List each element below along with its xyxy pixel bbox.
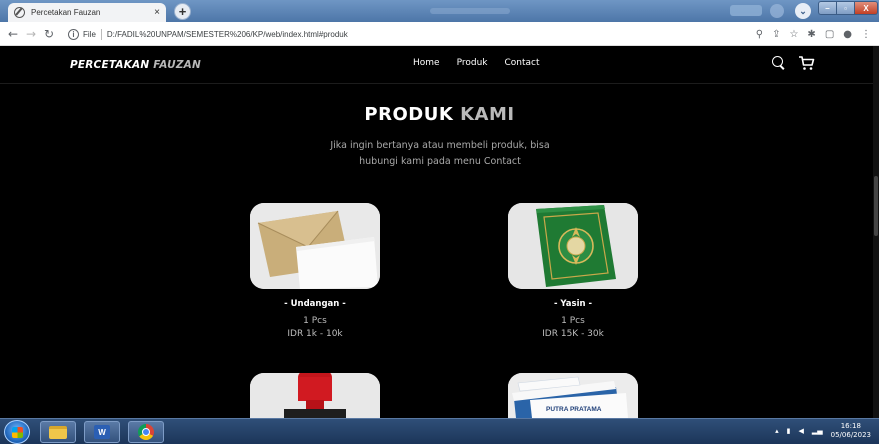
title-bar-placeholder	[430, 8, 510, 14]
nav-home-link[interactable]: Home	[413, 58, 440, 68]
search-icon[interactable]	[772, 56, 786, 70]
nav-icons	[772, 56, 815, 71]
window-controls: – ▫ X	[818, 1, 878, 15]
nav-contact-link[interactable]: Contact	[505, 58, 540, 68]
product-card[interactable]: - Undangan - 1 Pcs IDR 1k - 10k	[215, 203, 415, 339]
product-card[interactable]: - Yasin - 1 Pcs IDR 15K - 30k	[473, 203, 673, 339]
section-title-accent: KAMI	[460, 104, 515, 125]
tray-arrow-icon[interactable]: ▴	[775, 427, 779, 435]
product-price: IDR 15K - 30k	[542, 329, 604, 339]
share-icon[interactable]: ⇪	[772, 29, 780, 40]
chrome-icon	[138, 424, 154, 440]
minimize-button[interactable]: –	[818, 1, 836, 15]
business-card-text: PUTRA PRATAMA	[546, 406, 602, 413]
extension-indicator[interactable]	[770, 4, 784, 18]
signal-icon[interactable]: ▂▄	[812, 427, 823, 435]
browser-tab[interactable]: Percetakan Fauzan ×	[8, 3, 166, 22]
tab-search-chevron-icon[interactable]: ⌄	[795, 3, 811, 19]
product-qty: 1 Pcs	[303, 316, 327, 326]
taskbar-chrome[interactable]	[128, 421, 164, 443]
scrollbar-thumb[interactable]	[874, 176, 878, 236]
tab-close-button[interactable]: ×	[154, 7, 160, 18]
product-price: IDR 1k - 10k	[287, 329, 343, 339]
clock-date: 05/06/2023	[830, 431, 871, 439]
tab-title: Percetakan Fauzan	[31, 8, 101, 17]
info-icon[interactable]: i	[68, 28, 79, 40]
brand-accent: FAUZAN	[153, 59, 201, 71]
clock-time: 16:18	[840, 422, 861, 430]
section-subtitle: Jika ingin bertanya atau membeli produk,…	[290, 138, 590, 170]
url-scheme: File	[83, 29, 96, 39]
nav-produk-link[interactable]: Produk	[457, 58, 488, 68]
start-button[interactable]	[4, 420, 30, 444]
subtitle-line-1: Jika ingin bertanya atau membeli produk,…	[330, 140, 550, 151]
business-card-image: PUTRA PRATAMA	[508, 373, 638, 418]
browser-titlebar: Percetakan Fauzan × + ⌄ – ▫ X	[0, 0, 879, 22]
word-icon: W	[94, 425, 110, 439]
sidebar-icon[interactable]: ▢	[825, 29, 834, 40]
bookmark-star-icon[interactable]: ☆	[789, 29, 798, 40]
taskbar-explorer[interactable]	[40, 421, 76, 443]
browser-toolbar: ← → ↻ i File D:/FADIL%20UNPAM/SEMESTER%2…	[0, 22, 879, 46]
product-card[interactable]: PUTRA PRATAMA	[473, 373, 673, 418]
extensions-puzzle-icon[interactable]: ✱	[807, 29, 815, 40]
reload-icon[interactable]: ↻	[40, 27, 58, 41]
toolbar-actions: ⚲ ⇪ ☆ ✱ ▢ ● ⋮	[756, 22, 871, 46]
volume-icon[interactable]: ◀	[798, 427, 803, 435]
new-tab-button[interactable]: +	[174, 3, 191, 20]
globe-icon	[14, 7, 25, 18]
product-name: - Yasin -	[553, 299, 593, 309]
forward-arrow-icon[interactable]: →	[22, 27, 40, 41]
clock[interactable]: 16:18 05/06/2023	[831, 422, 871, 440]
yasin-book-image	[508, 203, 638, 289]
tray-network-icon[interactable]: ▮	[787, 427, 791, 435]
folder-icon	[49, 425, 67, 439]
back-arrow-icon[interactable]: ←	[4, 27, 22, 41]
url-text[interactable]: D:/FADIL%20UNPAM/SEMESTER%206/KP/web/ind…	[107, 30, 348, 39]
maximize-button[interactable]: ▫	[836, 1, 854, 15]
menu-dots-icon[interactable]: ⋮	[861, 29, 871, 40]
product-name: - Undangan -	[284, 299, 346, 309]
profile-icon[interactable]: ●	[843, 29, 852, 40]
stamp-image	[250, 373, 380, 418]
site-logo[interactable]: PERCETAKAN FAUZAN	[70, 59, 201, 71]
address-bar[interactable]: i File D:/FADIL%20UNPAM/SEMESTER%206/KP/…	[68, 25, 868, 43]
system-tray: ▴ ▮ ◀ ▂▄ 16:18 05/06/2023	[775, 422, 871, 440]
url-divider	[100, 28, 102, 40]
close-window-button[interactable]: X	[854, 1, 878, 15]
product-qty: 1 Pcs	[561, 316, 585, 326]
brand-main: PERCETAKAN	[70, 59, 150, 71]
nav-links: Home Produk Contact	[413, 58, 540, 68]
page-scrollbar[interactable]	[873, 46, 879, 418]
windows-taskbar: W ▴ ▮ ◀ ▂▄ 16:18 05/06/2023	[0, 418, 879, 444]
zoom-icon[interactable]: ⚲	[756, 29, 763, 40]
envelope-image	[250, 203, 380, 289]
profile-button[interactable]	[730, 5, 762, 16]
cart-icon[interactable]	[798, 56, 815, 71]
product-card[interactable]	[215, 373, 415, 418]
section-title: PRODUK KAMI	[0, 104, 879, 125]
page-content: PERCETAKAN FAUZAN Home Produk Contact PR…	[0, 46, 879, 418]
site-navbar: PERCETAKAN FAUZAN Home Produk Contact	[0, 46, 879, 84]
section-title-main: PRODUK	[364, 104, 454, 125]
subtitle-line-2: hubungi kami pada menu Contact	[359, 156, 521, 167]
taskbar-word[interactable]: W	[84, 421, 120, 443]
